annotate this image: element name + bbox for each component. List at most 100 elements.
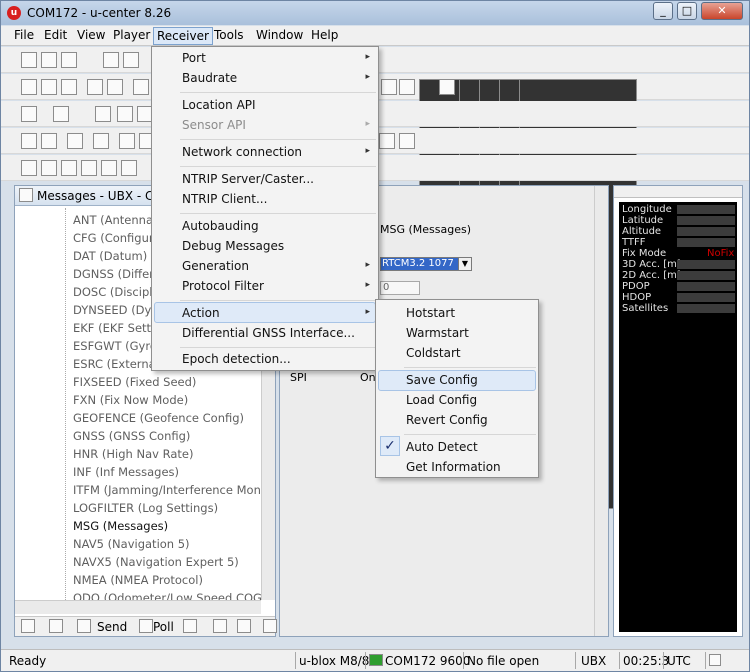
view-icon[interactable] — [41, 79, 57, 95]
step-icon[interactable] — [119, 133, 135, 149]
baudrate-icon[interactable] — [53, 106, 69, 122]
menu-item-ntrip-client[interactable]: NTRIP Client... — [182, 192, 267, 206]
connection-icon[interactable] — [21, 106, 37, 122]
submenu-item-get-information[interactable]: Get Information — [406, 460, 501, 474]
message-h-icon[interactable] — [21, 160, 37, 176]
poll-button[interactable]: Poll — [153, 620, 174, 634]
tree-horizontal-scrollbar[interactable] — [15, 600, 261, 614]
view-icon[interactable] — [107, 79, 123, 95]
submenu-item-coldstart[interactable]: Coldstart — [406, 346, 461, 360]
view-icon[interactable] — [133, 79, 149, 95]
tree-item[interactable]: FXN (Fix Now Mode) — [73, 393, 188, 407]
menu-item-baudrate[interactable]: Baudrate — [182, 71, 237, 85]
submenu-item-warmstart[interactable]: Warmstart — [406, 326, 469, 340]
view-icon[interactable] — [399, 79, 415, 95]
submenu-item-auto-detect[interactable]: Auto Detect — [406, 440, 478, 454]
tree-item[interactable]: ITFM (Jamming/Interference Monito — [73, 483, 261, 497]
tree-item[interactable]: HNR (High Nav Rate) — [73, 447, 193, 461]
rate-field[interactable]: 0 — [380, 281, 420, 295]
tree-item[interactable]: DGNSS (Differe — [73, 267, 161, 281]
message-r-icon[interactable] — [81, 160, 97, 176]
menu-item-generation[interactable]: Generation — [182, 259, 249, 273]
tree-item[interactable]: DAT (Datum) — [73, 249, 147, 263]
open-icon[interactable] — [61, 52, 77, 68]
tool-icon[interactable] — [237, 619, 251, 633]
menu-item-port[interactable]: Port — [182, 51, 206, 65]
app-window: u COM172 - u-center 8.26 _ □ ✕ File Edit… — [0, 0, 750, 672]
pause-icon[interactable] — [67, 133, 83, 149]
menu-help[interactable]: Help — [311, 28, 338, 42]
tree-item[interactable]: NAV5 (Navigation 5) — [73, 537, 190, 551]
tree-item[interactable]: NAVX5 (Navigation Expert 5) — [73, 555, 239, 569]
tree-item[interactable]: FIXSEED (Fixed Seed) — [73, 375, 196, 389]
view-icon[interactable] — [21, 79, 37, 95]
submenu-item-load-config[interactable]: Load Config — [406, 393, 477, 407]
menu-item-epoch-detection[interactable]: Epoch detection... — [182, 352, 291, 366]
menu-tools[interactable]: Tools — [214, 28, 244, 42]
chevron-down-icon[interactable]: ▼ — [458, 257, 472, 271]
tool-icon[interactable] — [213, 619, 227, 633]
delete-icon[interactable] — [49, 619, 63, 633]
view-icon[interactable] — [61, 79, 77, 95]
tree-item[interactable]: DOSC (Disciplin — [73, 285, 163, 299]
message-u-icon[interactable] — [41, 160, 57, 176]
tool-icon[interactable] — [263, 619, 277, 633]
table-view-icon[interactable] — [439, 79, 455, 95]
rewind-icon[interactable] — [21, 133, 37, 149]
save-icon[interactable] — [41, 52, 57, 68]
submenu-item-save-config[interactable]: Save Config — [406, 373, 478, 387]
menu-item-ntrip-server[interactable]: NTRIP Server/Caster... — [182, 172, 314, 186]
menu-item-protocol-filter[interactable]: Protocol Filter — [182, 279, 264, 293]
step-end-icon[interactable] — [399, 133, 415, 149]
message-select[interactable]: RTCM3.2 1077 ▼ — [380, 257, 472, 271]
menu-item-location-api[interactable]: Location API — [182, 98, 256, 112]
step-back-icon[interactable] — [379, 133, 395, 149]
minimize-button[interactable]: _ — [653, 2, 673, 20]
record-icon[interactable] — [93, 133, 109, 149]
title-bar[interactable]: u COM172 - u-center 8.26 _ □ ✕ — [1, 1, 749, 25]
menu-item-differential-gnss[interactable]: Differential GNSS Interface... — [182, 326, 355, 340]
menu-file[interactable]: File — [14, 28, 34, 42]
magic-wand-icon[interactable] — [95, 106, 111, 122]
tree-item[interactable]: INF (Inf Messages) — [73, 465, 179, 479]
menu-view[interactable]: View — [77, 28, 105, 42]
tree-item[interactable]: ESFGWT (Gyro- — [73, 339, 161, 353]
view-icon[interactable] — [381, 79, 397, 95]
message-c-icon[interactable] — [61, 160, 77, 176]
debug-bug-icon[interactable] — [117, 106, 133, 122]
settings-icon[interactable] — [709, 654, 721, 666]
send-button[interactable]: Send — [97, 620, 127, 634]
tree-item[interactable]: GEOFENCE (Geofence Config) — [73, 411, 244, 425]
menu-player[interactable]: Player — [113, 28, 150, 42]
tree-item[interactable]: LOGFILTER (Log Settings) — [73, 501, 218, 515]
message-t-icon[interactable] — [121, 160, 137, 176]
stop-icon[interactable] — [41, 133, 57, 149]
tree-item[interactable]: NMEA (NMEA Protocol) — [73, 573, 203, 587]
submenu-item-hotstart[interactable]: Hotstart — [406, 306, 455, 320]
lock-icon[interactable] — [21, 619, 35, 633]
tree-item[interactable]: CFG (Configura — [73, 231, 161, 245]
menu-item-action[interactable]: Action — [182, 306, 220, 320]
maximize-button[interactable]: □ — [677, 2, 697, 20]
print-preview-icon[interactable] — [123, 52, 139, 68]
close-button[interactable]: ✕ — [701, 2, 743, 20]
tree-item[interactable]: ESRC (External — [73, 357, 159, 371]
data-view-header[interactable] — [614, 186, 742, 198]
message-s-icon[interactable] — [101, 160, 117, 176]
tool-icon[interactable] — [183, 619, 197, 633]
tree-item[interactable]: ODO (Odometer/Low Speed COG F — [73, 591, 261, 600]
print-icon[interactable] — [103, 52, 119, 68]
config-vertical-scrollbar[interactable] — [594, 186, 608, 636]
menu-item-debug-messages[interactable]: Debug Messages — [182, 239, 284, 253]
menu-window[interactable]: Window — [256, 28, 303, 42]
menu-item-network-connection[interactable]: Network connection — [182, 145, 302, 159]
tree-item[interactable]: GNSS (GNSS Config) — [73, 429, 190, 443]
menu-item-autobauding[interactable]: Autobauding — [182, 219, 259, 233]
new-file-icon[interactable] — [21, 52, 37, 68]
tree-item-selected[interactable]: MSG (Messages) — [73, 519, 168, 533]
view-icon[interactable] — [87, 79, 103, 95]
submenu-item-revert-config[interactable]: Revert Config — [406, 413, 488, 427]
menu-receiver[interactable]: Receiver — [153, 27, 213, 45]
port-value-spi[interactable]: On — [360, 371, 376, 384]
menu-edit[interactable]: Edit — [44, 28, 67, 42]
